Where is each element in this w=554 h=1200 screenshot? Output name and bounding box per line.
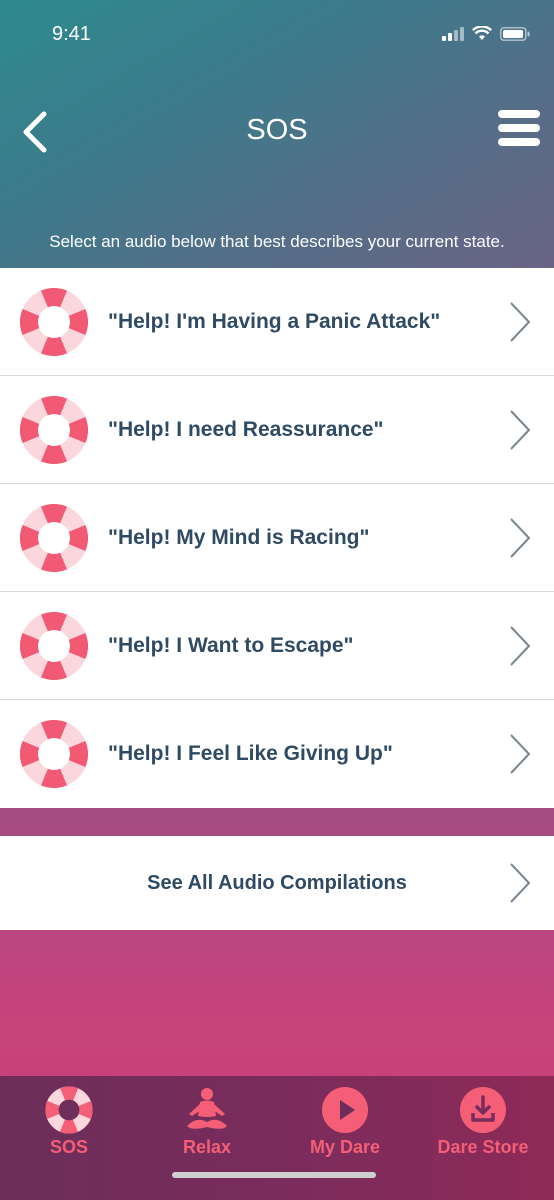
tab-relax[interactable]: Relax — [138, 1076, 276, 1176]
chevron-right-icon — [510, 734, 531, 774]
lifebuoy-icon — [20, 288, 88, 356]
lifebuoy-icon — [20, 612, 88, 680]
chevron-right-icon — [510, 518, 531, 558]
play-icon — [322, 1087, 368, 1133]
tab-label: My Dare — [309, 1137, 381, 1157]
chevron-right-icon — [510, 410, 531, 450]
navigation-bar: SOS — [0, 100, 554, 164]
list-item[interactable]: "Help! I'm Having a Panic Attack" — [0, 268, 554, 376]
see-all-label: See All Audio Compilations — [147, 872, 407, 894]
page-title: SOS — [246, 114, 308, 146]
tab-label: SOS — [49, 1137, 88, 1157]
hamburger-menu-icon — [498, 110, 540, 118]
tab-bar: SOS Relax My Dare Dare Store — [0, 1076, 554, 1200]
battery-icon — [500, 26, 530, 41]
list-item[interactable]: "Help! My Mind is Racing" — [0, 484, 554, 592]
tab-label: Relax — [182, 1137, 232, 1157]
list-item[interactable]: "Help! I Feel Like Giving Up" — [0, 700, 554, 808]
status-icons — [442, 26, 530, 41]
tab-my-dare[interactable]: My Dare — [276, 1076, 414, 1176]
lifebuoy-icon — [20, 396, 88, 464]
wifi-icon — [472, 26, 492, 40]
signal-icon — [442, 26, 464, 41]
list-item-label: "Help! I need Reassurance" — [108, 418, 384, 441]
meditation-icon — [187, 1088, 227, 1129]
tab-label: Dare Store — [437, 1137, 529, 1157]
status-bar: 9:41 — [0, 0, 554, 70]
download-icon — [460, 1087, 506, 1133]
chevron-right-icon — [510, 626, 531, 666]
home-indicator — [172, 1172, 376, 1178]
tab-dare-store[interactable]: Dare Store — [414, 1076, 552, 1176]
lifebuoy-icon — [20, 504, 88, 572]
chevron-right-icon — [510, 863, 531, 903]
tab-sos[interactable]: SOS — [0, 1076, 138, 1176]
list-item-label: "Help! My Mind is Racing" — [108, 526, 370, 549]
list-item-label: "Help! I Feel Like Giving Up" — [108, 742, 393, 765]
instruction-text: Select an audio below that best describe… — [49, 232, 505, 251]
sos-audio-list: "Help! I'm Having a Panic Attack" "Help!… — [0, 268, 554, 808]
list-item[interactable]: "Help! I Want to Escape" — [0, 592, 554, 700]
chevron-right-icon — [510, 302, 531, 342]
list-item-label: "Help! I'm Having a Panic Attack" — [108, 310, 441, 333]
lifebuoy-icon — [20, 720, 88, 788]
list-item-label: "Help! I Want to Escape" — [108, 634, 354, 657]
lifebuoy-icon — [45, 1086, 93, 1134]
list-item[interactable]: "Help! I need Reassurance" — [0, 376, 554, 484]
menu-button[interactable] — [498, 110, 542, 154]
status-time: 9:41 — [52, 23, 91, 45]
see-all-audio-compilations-button[interactable]: See All Audio Compilations — [0, 836, 554, 930]
